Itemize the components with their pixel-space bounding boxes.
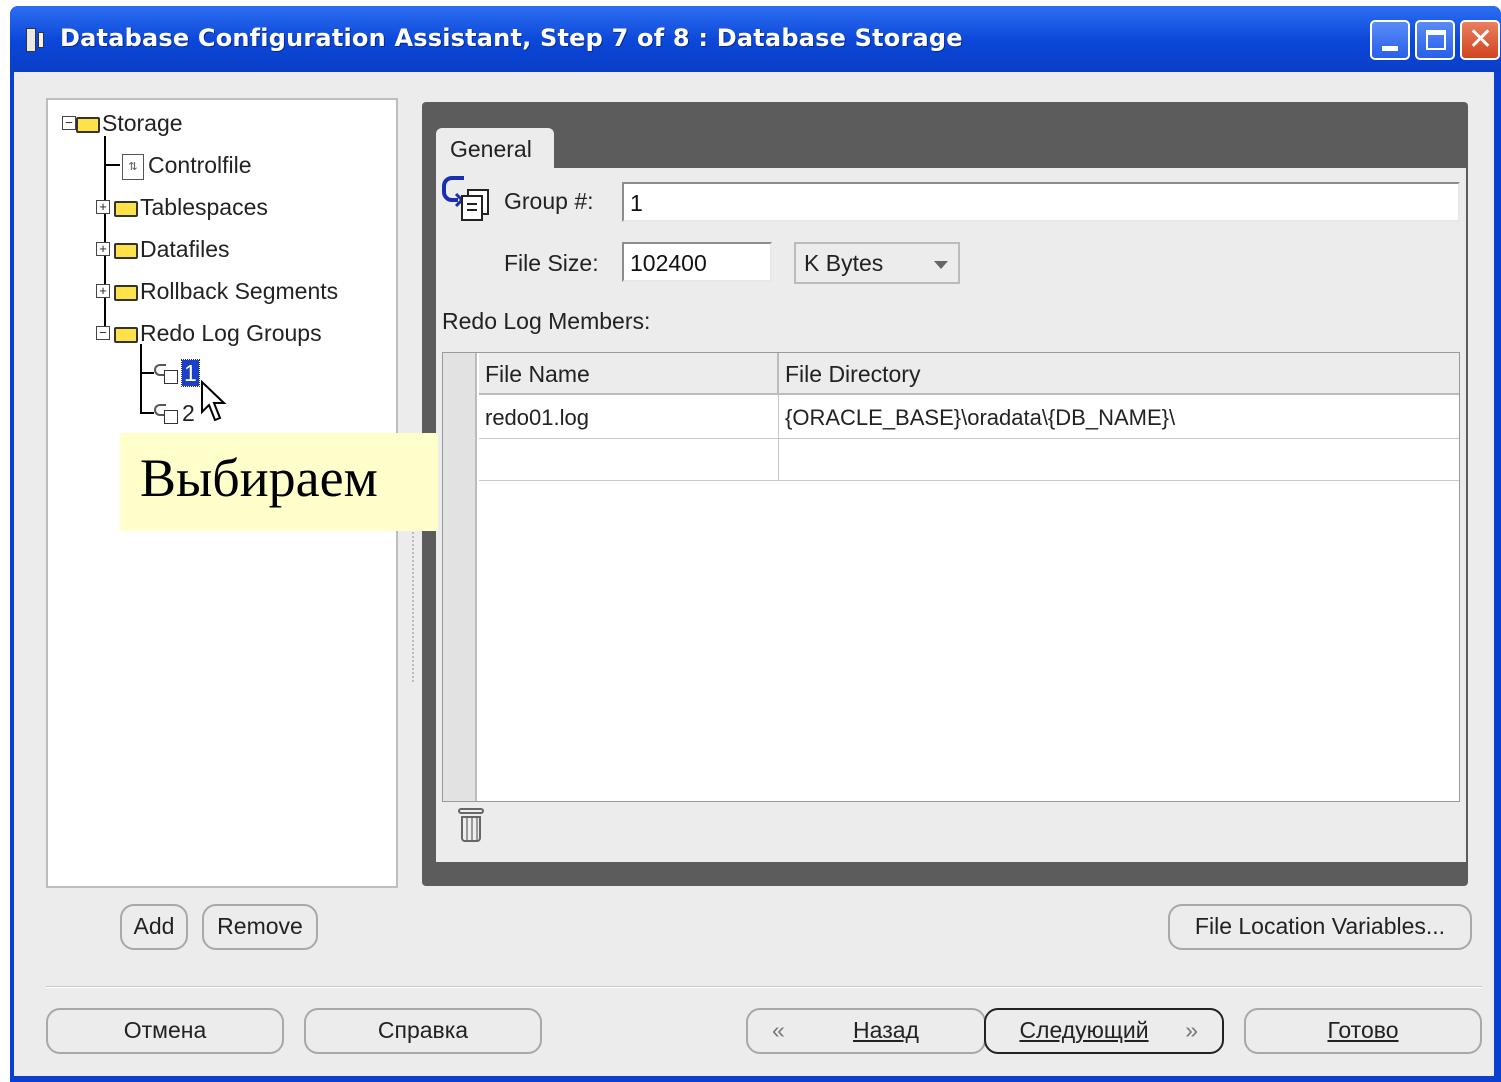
splitter-grip[interactable] (412, 532, 418, 682)
tree-node-rollback-segments[interactable]: Rollback Segments (114, 276, 338, 306)
minimize-icon (1382, 46, 1398, 51)
file-size-field[interactable]: 102400 (622, 242, 772, 282)
tree-node-redo-group-1[interactable]: 1 (154, 358, 200, 388)
collapse-icon[interactable]: − (96, 326, 110, 340)
folder-icon (76, 116, 100, 133)
next-button[interactable]: Следующий» (984, 1008, 1224, 1054)
redo-log-members-table[interactable]: File Name File Directory redo01.log {ORA… (442, 352, 1460, 802)
file-location-variables-button[interactable]: File Location Variables... (1168, 904, 1472, 950)
callout-note: Выбираем (120, 433, 438, 531)
general-tab-body: Group #: 1 File Size: 102400 K Bytes Red… (436, 168, 1466, 862)
folder-icon (114, 326, 138, 343)
help-button[interactable]: Справка (304, 1008, 542, 1054)
redo-log-group-icon (154, 363, 182, 386)
title-bar[interactable]: Database Configuration Assistant, Step 7… (10, 6, 1501, 72)
maximize-icon (1426, 30, 1446, 50)
maximize-button[interactable] (1415, 20, 1455, 60)
dropdown-arrow-icon (934, 261, 948, 269)
separator (46, 986, 1482, 988)
table-cell-file-directory[interactable]: {ORACLE_BASE}\oradata\{DB_NAME}\ (779, 397, 1459, 439)
minimize-button[interactable] (1370, 20, 1410, 60)
expand-icon[interactable]: + (96, 242, 110, 256)
table-cell-file-name[interactable]: redo01.log (479, 397, 779, 439)
chevron-left-icon: « (772, 1017, 785, 1043)
remove-button[interactable]: Remove (202, 904, 318, 950)
collapse-icon[interactable]: − (62, 116, 76, 130)
column-header-file-directory[interactable]: File Directory (779, 353, 1459, 395)
table-cell-file-name[interactable] (479, 439, 779, 481)
table-cell-file-directory[interactable] (779, 439, 1459, 481)
redo-log-group-icon (154, 403, 182, 426)
file-size-unit-select[interactable]: K Bytes (794, 242, 960, 284)
folder-icon (114, 242, 138, 259)
tree-node-controlfile[interactable]: ⇅ Controlfile (122, 150, 252, 180)
file-size-label: File Size: (504, 250, 599, 276)
folder-icon (114, 284, 138, 301)
cancel-button[interactable]: Отмена (46, 1008, 284, 1054)
controlfile-icon: ⇅ (122, 153, 144, 180)
back-button[interactable]: «Назад (746, 1008, 986, 1054)
tree-node-datafiles[interactable]: Datafiles (114, 234, 229, 264)
window-title: Database Configuration Assistant, Step 7… (60, 24, 963, 52)
tree-node-storage[interactable]: Storage (76, 108, 183, 138)
column-header-file-name[interactable]: File Name (479, 353, 779, 395)
tree-node-redo-log-groups[interactable]: Redo Log Groups (114, 318, 322, 348)
chevron-right-icon: » (1185, 1017, 1198, 1043)
database-app-icon (24, 26, 52, 54)
trash-icon[interactable] (458, 808, 484, 842)
group-number-field[interactable]: 1 (622, 182, 1460, 222)
app-window: Database Configuration Assistant, Step 7… (10, 6, 1501, 1082)
redo-log-members-label: Redo Log Members: (442, 308, 651, 334)
mouse-cursor-icon (201, 380, 227, 422)
properties-panel: General Group #: 1 File Size: 102400 K B… (422, 102, 1468, 886)
group-number-label: Group #: (504, 188, 594, 214)
redo-log-group-icon (442, 176, 489, 221)
finish-button[interactable]: Готово (1244, 1008, 1482, 1054)
close-button[interactable]: ✕ (1460, 20, 1500, 60)
row-header-column (443, 353, 477, 801)
expand-icon[interactable]: + (96, 284, 110, 298)
tree-node-tablespaces[interactable]: Tablespaces (114, 192, 268, 222)
folder-icon (114, 200, 138, 217)
client-area: − Storage ⇅ Controlfile + Tablespaces + D… (14, 72, 1494, 1076)
close-icon: ✕ (1468, 22, 1494, 57)
expand-icon[interactable]: + (96, 200, 110, 214)
tree-node-redo-group-2[interactable]: 2 (154, 398, 195, 428)
add-button[interactable]: Add (120, 904, 188, 950)
